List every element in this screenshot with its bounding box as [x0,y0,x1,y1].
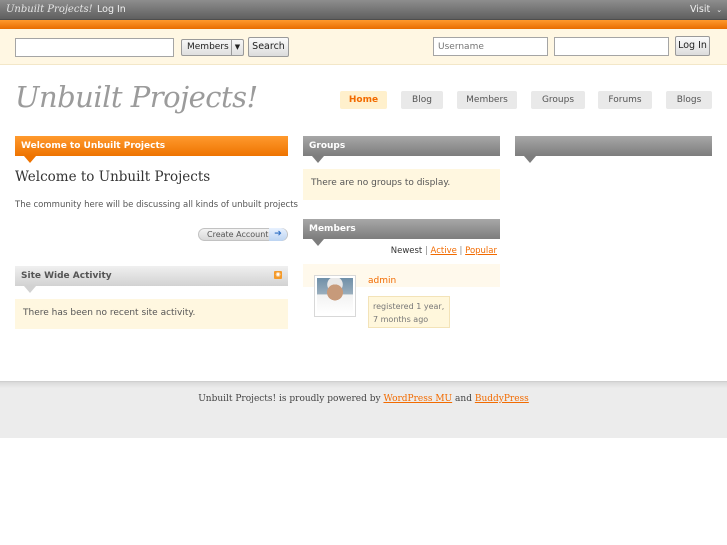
search-scope-value: Members [187,42,229,52]
search-login-bar: Members ▼ Search Log In [0,29,727,65]
chevron-down-icon: ⌄ [716,6,723,14]
visit-label: Visit [690,4,711,15]
site-logo[interactable]: Unbuilt Projects! [15,80,258,114]
footer-credits: Unbuilt Projects! is proudly powered by … [198,394,529,404]
header-accent-stripe [0,20,727,29]
search-scope-select[interactable]: Members ▼ [181,39,244,56]
nav-tab-blog[interactable]: Blog [401,91,443,109]
search-input[interactable] [15,38,174,57]
login-button[interactable]: Log In [675,36,710,56]
welcome-widget-header: Welcome to Unbuilt Projects [15,136,288,156]
avatar[interactable] [314,275,356,317]
search-button[interactable]: Search [248,37,289,57]
activity-header-pointer [24,286,36,293]
footer: Unbuilt Projects! is proudly powered by … [0,381,727,438]
nav-tab-groups[interactable]: Groups [531,91,585,109]
admin-bar: Unbuilt Projects! Log In Visit ⌄ [0,0,727,20]
filter-newest[interactable]: Newest [391,246,423,256]
admin-bar-visit-menu[interactable]: Visit ⌄ [690,4,722,15]
nav-tab-forums[interactable]: Forums [598,91,652,109]
members-header-pointer [312,239,324,246]
groups-header-pointer [312,156,324,163]
wordpress-mu-link[interactable]: WordPress MU [383,394,452,404]
filter-active[interactable]: Active [431,246,457,256]
arrow-right-icon: ➔ [269,228,287,241]
nav-tab-members[interactable]: Members [457,91,517,109]
member-name-link[interactable]: admin [368,276,396,286]
filter-popular[interactable]: Popular [465,246,497,256]
activity-widget-header: Site Wide Activity [15,266,288,286]
sidebar-header-pointer [524,156,536,163]
nav-tab-home[interactable]: Home [340,91,387,109]
admin-bar-login-link[interactable]: Log In [97,4,126,15]
activity-empty-message: There has been no recent site activity. [15,299,288,329]
members-widget-header: Members [303,219,500,239]
welcome-header-pointer [24,156,36,163]
password-field[interactable] [554,37,669,56]
buddypress-link[interactable]: BuddyPress [475,394,529,404]
groups-widget-header: Groups [303,136,500,156]
activity-widget-title: Site Wide Activity [21,271,112,281]
welcome-title: Welcome to Unbuilt Projects [15,169,211,185]
admin-bar-site-title[interactable]: Unbuilt Projects! [6,4,93,15]
create-account-label: Create Account [207,230,269,239]
dropdown-arrow-icon: ▼ [231,40,243,55]
username-field[interactable] [433,37,548,56]
members-filter: Newest | Active | Popular [390,246,497,256]
sidebar-widget-header [515,136,712,156]
nav-tab-blogs[interactable]: Blogs [666,91,712,109]
member-registered-info: registered 1 year, 7 months ago [368,296,450,328]
create-account-button[interactable]: Create Account ➔ [198,228,288,241]
rss-icon[interactable]: ◉ [274,271,282,279]
welcome-description: The community here will be discussing al… [15,200,298,210]
groups-empty-message: There are no groups to display. [303,169,500,200]
